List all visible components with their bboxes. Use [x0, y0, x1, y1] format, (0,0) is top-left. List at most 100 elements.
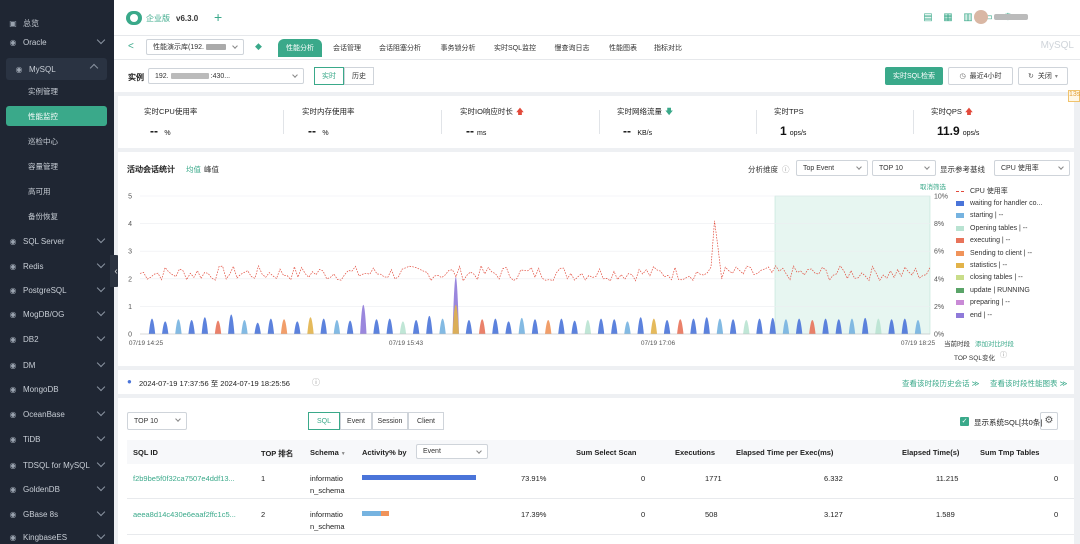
back-arrow-icon[interactable]: < [128, 41, 134, 52]
chart-icon[interactable]: ▥ [962, 11, 974, 23]
sidebar-item-mongodb[interactable]: ◉ MongoDB [0, 380, 114, 398]
legend-item[interactable]: CPU 使用率 [956, 185, 1072, 197]
sidebar-subitem[interactable]: 备份恢复 [6, 206, 107, 226]
legend-item[interactable]: waiting for handler co... [956, 197, 1072, 209]
tab-7[interactable]: 指标对比 [649, 39, 687, 57]
view-performance-charts-link[interactable]: 查看该时段性能图表 ≫ [990, 378, 1067, 389]
cell-schema-2: n_schema [310, 486, 345, 495]
add-compare-period-link[interactable]: 添加对比时段 [975, 338, 1014, 348]
group-by-option-1[interactable]: Event [340, 412, 372, 430]
sidebar-item-db2[interactable]: ◉ DB2 [0, 330, 114, 348]
db-type-watermark: MySQL [1040, 40, 1074, 51]
legend-swatch [956, 250, 964, 256]
gear-icon[interactable]: ⚙ [1040, 412, 1058, 430]
legend-item[interactable]: Sending to client | -- [956, 247, 1072, 259]
legend-label: preparing | -- [970, 299, 1010, 307]
table-top-n-select[interactable]: TOP 10 [127, 412, 187, 430]
sidebar-item-tdsql-for-mysql[interactable]: ◉ TDSQL for MySQL [0, 456, 114, 474]
tab-4[interactable]: 实时SQL监控 [488, 39, 542, 57]
legend-item[interactable]: end | -- [956, 309, 1072, 321]
time-range-button[interactable]: ◷ 最近4小时 [948, 67, 1013, 85]
avatar[interactable] [974, 10, 988, 24]
sidebar-item-dm[interactable]: ◉ DM [0, 356, 114, 374]
user-name-redacted[interactable] [994, 14, 1028, 20]
legend-label: executing | -- [970, 237, 1011, 245]
tab-3[interactable]: 事务锁分析 [434, 39, 482, 57]
sidebar-subitem[interactable]: 实例管理 [6, 81, 107, 101]
column-header[interactable]: Schema ▼ [310, 448, 346, 457]
sidebar-item-postgresql[interactable]: ◉ PostgreSQL [0, 281, 114, 299]
chevron-down-icon [96, 482, 106, 492]
sidebar-subitem[interactable]: 高可用 [6, 181, 107, 201]
legend-item[interactable]: statistics | -- [956, 259, 1072, 271]
tab-0[interactable]: 性能分析 [278, 39, 322, 57]
metric-unit: ops/s [789, 130, 807, 137]
sidebar-subitem[interactable]: 性能监控 [6, 106, 107, 126]
add-tab-icon[interactable]: + [214, 9, 222, 25]
info-icon[interactable]: ⓘ [1000, 350, 1007, 360]
sidebar-subitem[interactable]: 巡检中心 [6, 131, 107, 151]
legend-item[interactable]: update | RUNNING [956, 284, 1072, 296]
auto-refresh-select[interactable]: ↻ 关闭 ▾ [1018, 67, 1068, 85]
realtime-sql-search-button[interactable]: 实时SQL检索 [885, 67, 943, 85]
active-session-chart[interactable]: 0 1 2 3 4 5 0% 2% 4% 6% 8% 10% 07/19 14:25 07/19 15:4… [118, 152, 1074, 366]
sidebar-subitem[interactable]: 容量管理 [6, 156, 107, 176]
database-icon: ◉ [15, 64, 23, 74]
selected-range-band[interactable] [774, 195, 931, 335]
chevron-down-icon [96, 507, 106, 517]
show-system-sql-checkbox[interactable]: ✓ [960, 417, 969, 426]
session-spike [637, 317, 644, 334]
view-history-sessions-link[interactable]: 查看该时段历史会话 ≫ [902, 378, 979, 389]
tab-5[interactable]: 慢查询日志 [548, 39, 596, 57]
metric-label: 实时内存使用率 [302, 106, 355, 117]
legend-item[interactable]: starting | -- [956, 210, 1072, 222]
cell-sql-id[interactable]: f2b9be5f0f32ca7507e4ddf13... [133, 474, 235, 483]
sidebar-item-oceanbase[interactable]: ◉ OceanBase [0, 405, 114, 423]
tab-1[interactable]: 会话管理 [326, 39, 368, 57]
column-header-label: Elapsed Time(s) [902, 448, 960, 457]
group-by-option-0[interactable]: SQL [308, 412, 340, 430]
metric-card: 实时IO响应时长 🡅 -- ms [460, 96, 600, 148]
sidebar-item--[interactable]: ▣ 总览 [0, 14, 114, 32]
session-spike [558, 318, 565, 334]
legend-item[interactable]: closing tables | -- [956, 272, 1072, 284]
app-root: ▣ 总览 ◉ Oracle ◉ MySQL ◉ SQL Server ◉ Redis ◉ Postgr… [0, 0, 1080, 544]
table-row[interactable] [127, 500, 1074, 534]
mode-option-0[interactable]: 实时 [314, 67, 344, 85]
brand-name: 企业版 [146, 13, 170, 23]
tab-6[interactable]: 性能图表 [603, 39, 643, 57]
y-right-tick: 8% [934, 221, 944, 228]
legend-item[interactable]: Opening tables | -- [956, 222, 1072, 234]
mode-option-1[interactable]: 历史 [344, 67, 374, 85]
sidebar-item-redis[interactable]: ◉ Redis [0, 257, 114, 275]
sidebar-item-sql-server[interactable]: ◉ SQL Server [0, 232, 114, 250]
redacted-ip-block [205, 44, 226, 50]
topology-icon[interactable]: ◆ [255, 41, 262, 52]
sidebar-item-kingbasees[interactable]: ◉ KingbaseES [0, 528, 114, 544]
calendar-icon[interactable]: ▦ [942, 11, 954, 23]
filter-icon[interactable]: ▼ [341, 451, 346, 457]
sidebar-item-oracle[interactable]: ◉ Oracle [0, 33, 114, 51]
instance-select[interactable]: 192. :430... [148, 68, 304, 84]
document-icon[interactable]: ▤ [922, 11, 934, 23]
sidebar-item-tidb[interactable]: ◉ TiDB [0, 430, 114, 448]
group-by-option-3[interactable]: Client [408, 412, 444, 430]
column-header: Sum Select Scan [576, 448, 636, 457]
tab-2[interactable]: 会话阻塞分析 [373, 39, 427, 57]
instance-switcher[interactable]: 性能演示库(192. [146, 39, 244, 55]
legend-label: Sending to client | -- [970, 249, 1033, 257]
sidebar-item-goldendb[interactable]: ◉ GoldenDB [0, 480, 114, 498]
sidebar-item-mogdb-og[interactable]: ◉ MogDB/OG [0, 305, 114, 323]
legend-item[interactable]: preparing | -- [956, 297, 1072, 309]
sidebar-item-gbase-8s[interactable]: ◉ GBase 8s [0, 505, 114, 523]
table-row[interactable] [127, 464, 1074, 498]
cell-sql-id[interactable]: aeea8d14c430e6eaaf2ffc1c5... [133, 510, 236, 519]
legend-swatch [956, 275, 964, 281]
instance-label: 实例 [128, 73, 144, 82]
session-spike [716, 318, 724, 334]
legend-item[interactable]: executing | -- [956, 235, 1072, 247]
activity-by-select[interactable]: Event [416, 444, 488, 459]
sidebar-item-mysql[interactable]: ◉ MySQL [6, 58, 107, 80]
group-by-option-2[interactable]: Session [372, 412, 408, 430]
info-icon[interactable]: ⓘ [312, 377, 320, 388]
